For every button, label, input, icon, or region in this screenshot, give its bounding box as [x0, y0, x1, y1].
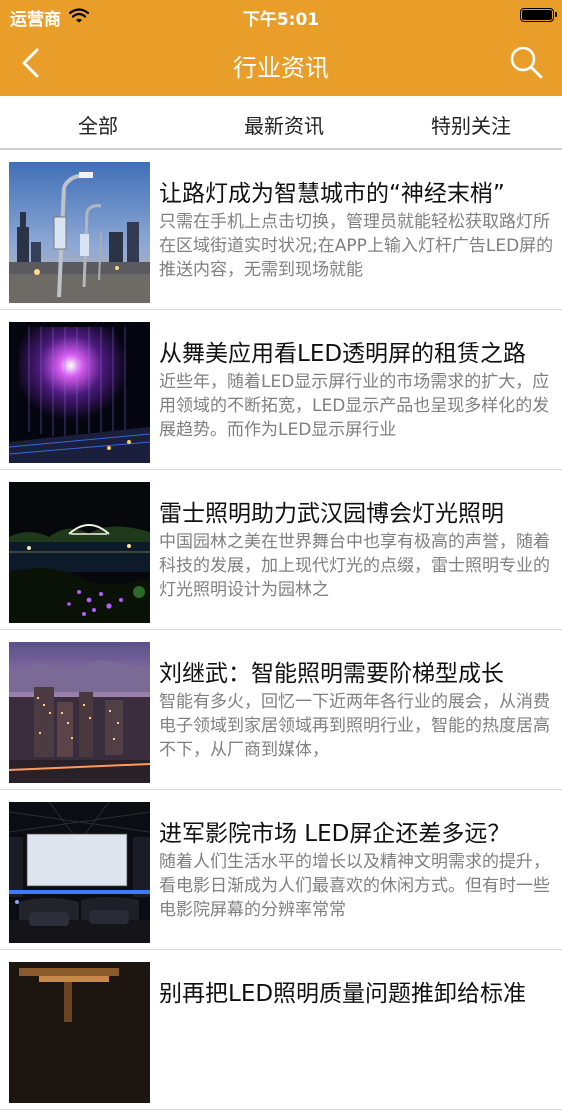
page-title: 行业资讯	[233, 54, 329, 82]
list-item[interactable]: 刘继武：智能照明需要阶梯型成长 智能有多火，回忆一下近两年各行业的展会，从消费电…	[0, 630, 562, 790]
search-icon	[510, 46, 543, 79]
article-summary: 随着人们生活水平的增长以及精神文明需求的提升，看电影日渐成为人们最喜欢的休闲方式…	[159, 852, 550, 920]
article-list: 让路灯成为智慧城市的“神经末梢” 只需在手机上点击切换，管理员就能轻松获取路灯所…	[0, 150, 562, 1110]
tab-all[interactable]: 全部	[78, 110, 118, 139]
article-title: 刘继武：智能照明需要阶梯型成长	[159, 661, 504, 687]
article-summary: 中国园林之美在世界舞台中也享有极高的声誉，随着科技的发展，加上现代灯光的点缀，雷…	[159, 532, 550, 600]
tab-latest[interactable]: 最新资讯	[244, 110, 324, 139]
article-summary	[159, 1010, 555, 1082]
article-thumbnail	[9, 962, 150, 1103]
nav-bar: 行业资讯	[0, 30, 562, 96]
article-title: 别再把LED照明质量问题推卸给标准	[159, 981, 527, 1007]
article-title: 让路灯成为智慧城市的“神经末梢”	[159, 181, 505, 207]
article-thumbnail	[9, 642, 150, 783]
list-item[interactable]: 让路灯成为智慧城市的“神经末梢” 只需在手机上点击切换，管理员就能轻松获取路灯所…	[0, 150, 562, 310]
list-item[interactable]: 进军影院市场 LED屏企还差多远？ 随着人们生活水平的增长以及精神文明需求的提升…	[0, 790, 562, 950]
article-summary: 只需在手机上点击切换，管理员就能轻松获取路灯所在区域街道实时状况;在APP上输入…	[159, 212, 554, 280]
tab-featured[interactable]: 特别关注	[431, 110, 511, 139]
status-bar: 运营商 下午5:01	[0, 0, 562, 30]
app-header: 运营商 下午5:01 行业资讯	[0, 0, 562, 96]
battery-icon	[520, 8, 557, 22]
article-summary: 近些年，随着LED显示屏行业的市场需求的扩大，应用领域的不断拓宽，LED显示产品…	[159, 372, 550, 440]
list-item[interactable]: 从舞美应用看LED透明屏的租赁之路 近些年，随着LED显示屏行业的市场需求的扩大…	[0, 310, 562, 470]
list-item[interactable]: 雷士照明助力武汉园博会灯光照明 中国园林之美在世界舞台中也享有极高的声誉，随着科…	[0, 470, 562, 630]
article-thumbnail	[9, 802, 150, 943]
article-summary: 智能有多火，回忆一下近两年各行业的展会，从消费电子领域到家居领域再到照明行业，智…	[159, 692, 550, 760]
status-time: 下午5:01	[242, 10, 320, 30]
search-button[interactable]	[508, 44, 544, 80]
article-thumbnail	[9, 482, 150, 623]
article-title: 从舞美应用看LED透明屏的租赁之路	[159, 341, 527, 367]
article-title: 雷士照明助力武汉园博会灯光照明	[159, 501, 504, 527]
category-tabs: 全部 最新资讯 特别关注	[0, 96, 562, 150]
article-thumbnail	[9, 322, 150, 463]
article-title: 进军影院市场 LED屏企还差多远？	[159, 821, 511, 847]
list-item[interactable]: 别再把LED照明质量问题推卸给标准	[0, 950, 562, 1110]
article-thumbnail	[9, 162, 150, 303]
